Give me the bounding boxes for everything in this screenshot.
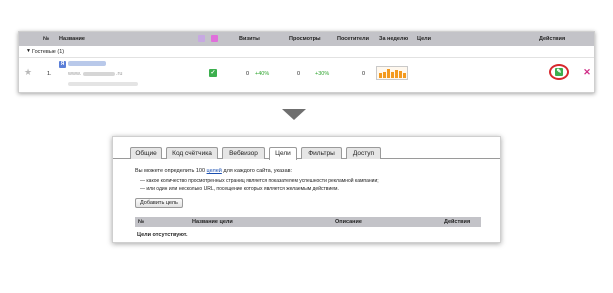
goals-col-actions: Действия [444, 219, 471, 225]
row-number: 1. [47, 71, 52, 77]
settings-tabs: Общие Код счётчика Вебвизор Цели Фильтры… [113, 147, 500, 160]
counter-ok-icon[interactable]: ✓ [209, 69, 217, 77]
monitoring-column-icon [211, 35, 218, 42]
group-row[interactable]: ▼ Гостевые (1) [19, 46, 594, 58]
add-goal-button[interactable]: Добавить цель [135, 198, 183, 208]
collapse-arrow-icon[interactable]: ▼ [26, 48, 31, 54]
tab-webvisor[interactable]: Вебвизор [222, 147, 265, 159]
col-goals: Цели [417, 36, 432, 42]
col-per-week: За неделю [379, 36, 409, 42]
tab-goals[interactable]: Цели [269, 147, 297, 160]
site-type-icon: Я [59, 61, 66, 68]
col-number: № [43, 36, 50, 42]
sparkline-bar [402, 73, 406, 78]
down-arrow-icon [282, 109, 306, 120]
sparkline-bar [398, 71, 402, 78]
site-name-link[interactable] [68, 61, 106, 66]
site-url-prefix: www. [68, 71, 82, 77]
intro-after: для каждого сайта, указав: [221, 168, 293, 174]
favorite-star-icon[interactable]: ★ [24, 68, 32, 77]
tab-counter-code[interactable]: Код счётчика [166, 147, 218, 159]
pageviews-value: 0 [297, 71, 301, 77]
sparkline-bar [386, 69, 390, 78]
sites-table-header: № Название Визиты Просмотры Посетители З… [19, 32, 594, 46]
goals-col-number: № [138, 219, 145, 225]
tab-access[interactable]: Доступ [346, 147, 381, 159]
tab-filters[interactable]: Фильтры [301, 147, 342, 159]
group-label[interactable]: Гостевые (1) [32, 49, 64, 55]
sparkline-bar [394, 70, 398, 78]
weekly-sparkline[interactable] [376, 66, 408, 80]
visitors-value: 0 [362, 71, 366, 77]
site-url-suffix: .ru [116, 71, 123, 77]
goals-col-name: Название цели [192, 219, 233, 225]
visits-value: 0 [246, 71, 250, 77]
intro-before: Вы можете определить 100 [135, 168, 207, 174]
notes-column-icon [198, 35, 205, 42]
col-visitors[interactable]: Посетители [337, 36, 369, 42]
delete-icon[interactable]: ✕ [583, 68, 591, 77]
col-actions: Действия [539, 36, 566, 42]
table-row: ★ 1. Я www. .ru ✓ 0 +40% 0 +30% 0 ✎ ✕ [19, 58, 594, 92]
col-visits[interactable]: Визиты [239, 36, 260, 42]
sites-table: № Название Визиты Просмотры Посетители З… [18, 31, 595, 93]
goals-col-description: Описание [335, 219, 362, 225]
tab-general[interactable]: Общие [130, 147, 162, 159]
visits-change: +40% [255, 71, 270, 77]
site-description-blurred [68, 82, 138, 86]
sparkline-bar [382, 72, 386, 78]
goals-settings-panel: Общие Код счётчика Вебвизор Цели Фильтры… [112, 136, 501, 243]
bullet-pageviews: — какое количество просмотренных страниц… [140, 178, 379, 184]
sparkline-bar [390, 72, 394, 78]
goals-intro-text: Вы можете определить 100 целей для каждо… [135, 168, 292, 174]
col-pageviews[interactable]: Просмотры [289, 36, 321, 42]
col-name[interactable]: Название [59, 36, 85, 42]
site-url-blurred [83, 72, 115, 76]
empty-goals-message: Цели отсутствуют. [137, 232, 188, 238]
goals-table-header: № Название цели Описание Действия [135, 217, 481, 227]
goals-help-link[interactable]: целей [207, 168, 222, 174]
bullet-urls: — или один или несколько URL, посещение … [140, 186, 339, 192]
pageviews-change: +30% [315, 71, 330, 77]
sparkline-bar [378, 73, 382, 78]
edit-goals-icon[interactable]: ✎ [555, 68, 563, 76]
